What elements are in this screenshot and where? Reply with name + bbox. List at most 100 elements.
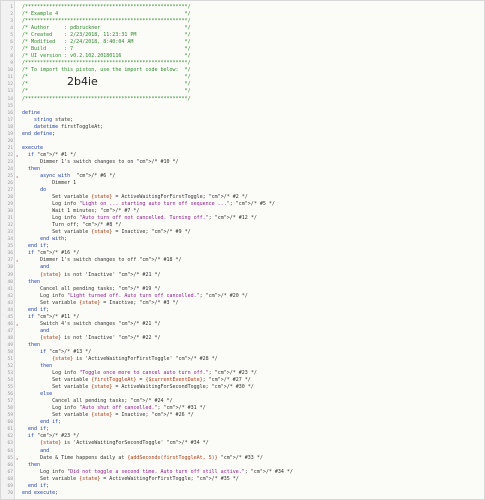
line-number: 51	[7, 357, 13, 362]
line-number: 4	[10, 26, 13, 32]
line-number: 12	[7, 82, 13, 88]
line-number: 28	[7, 195, 13, 201]
line-number: 31	[7, 216, 13, 222]
code-line: then	[28, 461, 41, 468]
import-code: 2b4ie	[67, 75, 98, 88]
code-line: async with "cm">/* #6 */	[40, 172, 116, 179]
code-line: Log info "Light on ... starting auto tur…	[22, 201, 275, 208]
code-line: Set variable {state} = ActiveWaitingForF…	[22, 194, 248, 201]
code-line: /* Example 4 */	[22, 11, 191, 18]
code-line: /***************************************…	[22, 60, 191, 67]
line-number: 26	[7, 181, 13, 186]
line-number: 48	[7, 335, 13, 341]
code-line: end if;	[28, 426, 50, 433]
code-line: end define;	[22, 130, 56, 137]
line-number: 23	[7, 159, 13, 165]
line-number: 14	[7, 96, 13, 102]
code-line: Dimmer 1	[22, 180, 77, 186]
code-line: if "cm">/* #23 */	[28, 433, 80, 440]
code-line: Set variable {state} = ActiveWaitingForF…	[22, 475, 239, 482]
fold-icon[interactable]: ▸	[16, 173, 20, 180]
line-number: 27	[7, 188, 13, 194]
code-line: if "cm">/* #1 */	[28, 151, 77, 158]
code-line: Log info "Did not toggle a second time. …	[22, 468, 293, 475]
line-number: 5	[10, 33, 13, 39]
line-number: 65	[7, 455, 13, 461]
line-number: 56	[7, 392, 13, 398]
code-line: {state} is 'ActiveWaitingForFirstToggle'…	[52, 356, 218, 362]
code-line: and	[40, 447, 50, 454]
line-number: 21	[7, 145, 13, 151]
code-line: string state;	[34, 116, 74, 123]
line-number: 10	[7, 68, 13, 74]
line-number: 67	[7, 469, 13, 475]
fold-icon[interactable]: ▸	[16, 321, 20, 328]
code-line: Set variable {state} = ActiveWaitingForS…	[22, 384, 254, 391]
line-number: 15	[7, 103, 13, 109]
line-number: 11	[7, 75, 13, 81]
line-number: 57	[7, 399, 13, 405]
code-line: end if;	[28, 482, 50, 489]
line-number: 54	[7, 378, 13, 384]
line-number: 62	[7, 434, 13, 440]
fold-icon[interactable]: ▸	[16, 152, 20, 159]
line-number: 20	[7, 138, 13, 144]
line-number: 69	[7, 483, 13, 489]
code-line: Wait 1 minutes; "cm">/* #7 */	[22, 208, 140, 215]
code-editor[interactable]: 1 2 3 4 5 6 7 8 9 10 11 12 13 14 15 16 17 18 19 20 21 22 23 24 2…	[0, 0, 485, 500]
code-line: /* */	[22, 74, 191, 81]
line-number: 17	[7, 117, 13, 123]
line-number: 19	[7, 131, 13, 137]
code-line: Log info "Auto turn off not cancelled. T…	[22, 215, 257, 222]
line-number: 13	[7, 89, 13, 95]
code-line: Set variable {state} = Inactive; "cm">/*…	[22, 299, 179, 306]
line-number: 60	[7, 420, 13, 426]
code-line: end if;	[28, 243, 50, 250]
line-number: 25	[7, 173, 13, 179]
code-line: if "cm">/* #11 */	[28, 313, 80, 320]
line-number: 8	[10, 54, 13, 60]
line-number: 53	[7, 371, 13, 377]
code-line: datetime firstToggleAt;	[34, 123, 104, 130]
line-number: 52	[7, 364, 13, 370]
fold-icon[interactable]: ▸	[16, 257, 20, 264]
code-line: /***************************************…	[22, 95, 191, 102]
code-line: /* Modified : 2/24/2018, 8:40:04 AM */	[22, 39, 191, 46]
code-line: Dimmer 1's switch changes to on "cm">/* …	[22, 158, 179, 165]
code-line: {state} is not 'Inactive' "cm">/* #22 */	[40, 334, 161, 341]
code-line: /* */	[22, 88, 191, 95]
line-number: 35	[7, 244, 13, 250]
code-line: Log info "Light turned off. Auto turn of…	[22, 292, 248, 299]
line-number: 38	[7, 265, 13, 271]
line-number: 70	[7, 490, 13, 496]
fold-icon[interactable]: ▸	[16, 455, 20, 462]
code-line: /* UI version : v0.2.102.20180116 */	[22, 53, 191, 60]
line-number: 29	[7, 202, 13, 208]
code-line: Set variable {firstToggleAt} = {$current…	[22, 377, 251, 384]
line-number: 32	[7, 223, 13, 229]
code-line: if "cm">/* #13 */	[40, 348, 92, 355]
code-line: Cancel all pending tasks; "cm">/* #24 */	[22, 398, 173, 405]
line-number: 47	[7, 328, 13, 334]
code-line: then	[28, 341, 41, 348]
code-line: then	[28, 278, 41, 285]
line-number: 64	[7, 448, 13, 454]
line-number: 46	[7, 321, 13, 327]
line-number: 36	[7, 251, 13, 257]
code-line: and	[40, 264, 50, 271]
code-line: end with;	[40, 236, 68, 243]
line-number: 40	[7, 279, 13, 285]
code-line: then	[28, 165, 41, 172]
line-number: 2	[10, 12, 13, 18]
line-number: 42	[7, 293, 13, 299]
line-number: 41	[7, 286, 13, 292]
line-number: 44	[7, 307, 13, 313]
line-number: 1	[10, 5, 13, 10]
line-number: 30	[7, 209, 13, 215]
code-line: else	[40, 391, 53, 398]
code-line: /* Author : pdbruckner */	[22, 25, 191, 32]
line-number: 68	[7, 476, 13, 482]
code-line: if "cm">/* #16 */	[28, 250, 80, 257]
code-line: define	[22, 109, 41, 116]
code-line: Dimmer 1's switch changes to off "cm">/*…	[22, 257, 182, 264]
